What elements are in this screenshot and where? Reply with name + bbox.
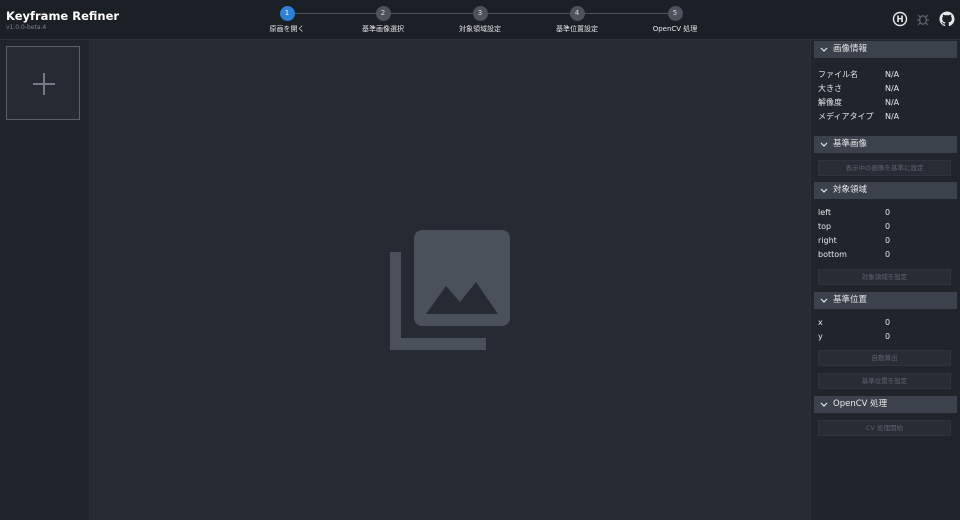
chevron-down-icon bbox=[820, 142, 828, 147]
step-number: 2 bbox=[375, 6, 391, 21]
step-number: 5 bbox=[667, 6, 683, 21]
section-title: OpenCV 処理 bbox=[833, 399, 888, 409]
chevron-down-icon bbox=[820, 47, 828, 52]
workflow-stepper: 1 原画を開く 2 基準画像選択 3 対象領域設定 4 基準位置設定 5 Ope… bbox=[0, 0, 960, 40]
chevron-down-icon bbox=[820, 402, 828, 407]
chevron-down-icon bbox=[820, 188, 828, 193]
position-key: x bbox=[818, 318, 823, 327]
step-label: OpenCV 処理 bbox=[652, 25, 698, 33]
section-base-image-header[interactable]: 基準画像 bbox=[814, 136, 957, 153]
position-value: 0 bbox=[885, 332, 891, 341]
step-open-original[interactable]: 1 原画を開く bbox=[239, 6, 335, 34]
github-icon[interactable] bbox=[939, 11, 955, 27]
info-value: N/A bbox=[885, 98, 900, 107]
step-label: 基準画像選択 bbox=[362, 25, 404, 33]
auto-calculate-button[interactable]: 自動算出 bbox=[818, 350, 951, 366]
info-key: 大きさ bbox=[818, 84, 842, 93]
area-key: right bbox=[818, 236, 837, 245]
position-value: 0 bbox=[885, 318, 891, 327]
step-opencv-process[interactable]: 5 OpenCV 処理 bbox=[627, 6, 723, 34]
chevron-down-icon bbox=[820, 298, 828, 303]
bug-icon[interactable] bbox=[915, 11, 931, 27]
area-key: bottom bbox=[818, 250, 847, 259]
step-label: 対象領域設定 bbox=[459, 25, 501, 33]
step-select-base-image[interactable]: 2 基準画像選択 bbox=[335, 6, 431, 34]
section-title: 画像情報 bbox=[833, 44, 868, 54]
image-canvas[interactable] bbox=[91, 40, 810, 520]
area-key: left bbox=[818, 208, 831, 217]
area-value: 0 bbox=[885, 222, 891, 231]
section-image-info-header[interactable]: 画像情報 bbox=[814, 41, 957, 58]
section-base-position-header[interactable]: 基準位置 bbox=[814, 292, 957, 309]
set-current-as-base-button[interactable]: 表示中の画像を基準に設定 bbox=[818, 160, 951, 176]
start-cv-process-button[interactable]: CV 処理開始 bbox=[818, 420, 951, 436]
area-key: top bbox=[818, 222, 832, 231]
image-placeholder-icon bbox=[390, 230, 512, 352]
set-base-position-button[interactable]: 基準位置を設定 bbox=[818, 373, 951, 389]
info-value: N/A bbox=[885, 84, 900, 93]
position-key: y bbox=[818, 332, 823, 341]
section-opencv-header[interactable]: OpenCV 処理 bbox=[814, 396, 957, 413]
info-key: メディアタイプ bbox=[818, 112, 874, 121]
info-value: N/A bbox=[885, 70, 900, 79]
info-value: N/A bbox=[885, 112, 900, 121]
step-number: 3 bbox=[472, 6, 488, 21]
properties-panel: 画像情報 ファイル名 N/A 大きさ N/A 解像度 N/A メディアタイプ N… bbox=[810, 40, 960, 520]
section-target-area-header[interactable]: 対象領域 bbox=[814, 182, 957, 199]
info-key: 解像度 bbox=[818, 98, 842, 107]
area-value: 0 bbox=[885, 236, 891, 245]
step-set-base-position[interactable]: 4 基準位置設定 bbox=[529, 6, 625, 34]
section-title: 対象領域 bbox=[833, 185, 868, 195]
area-value: 0 bbox=[885, 250, 891, 259]
step-label: 基準位置設定 bbox=[556, 25, 598, 33]
add-image-button[interactable] bbox=[6, 46, 80, 120]
set-target-area-button[interactable]: 対象領域を設定 bbox=[818, 269, 951, 285]
thumbnail-panel bbox=[0, 40, 90, 520]
step-number: 1 bbox=[279, 6, 295, 21]
app-header: Keyframe Refiner v1.0.0-beta.4 1 原画を開く 2… bbox=[0, 0, 960, 40]
area-value: 0 bbox=[885, 208, 891, 217]
step-number: 4 bbox=[569, 6, 585, 21]
info-key: ファイル名 bbox=[818, 70, 858, 79]
step-set-target-area[interactable]: 3 対象領域設定 bbox=[432, 6, 528, 34]
section-title: 基準画像 bbox=[833, 139, 868, 149]
svg-text:H: H bbox=[896, 15, 903, 25]
step-label: 原画を開く bbox=[269, 25, 305, 33]
help-circle-icon[interactable]: H bbox=[892, 11, 908, 27]
section-title: 基準位置 bbox=[833, 295, 868, 305]
